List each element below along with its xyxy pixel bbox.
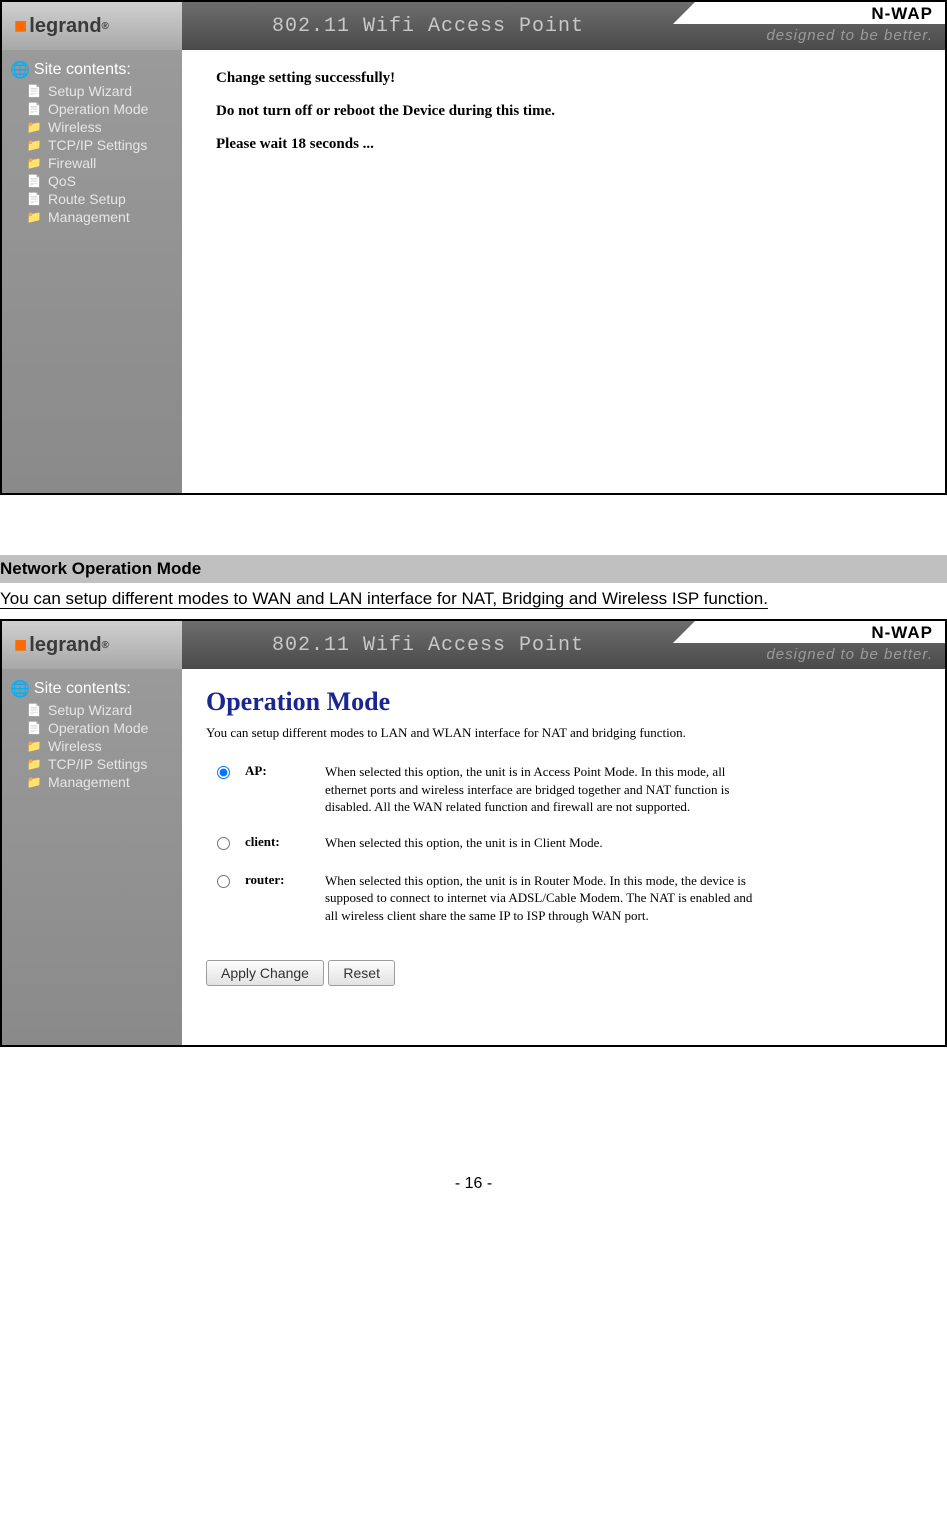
option-description: When selected this option, the unit is i… [319, 868, 766, 929]
section-heading: Network Operation Mode [0, 555, 947, 583]
sidebar-item-wireless[interactable]: 📁 Wireless [8, 118, 176, 136]
document-icon: 📄 [26, 703, 42, 717]
sidebar: 🌐 Site contents: 📄 Setup Wizard 📄 Operation… [2, 669, 182, 1045]
globe-icon: 🌐 [10, 60, 30, 80]
product-name: N-WAP [695, 2, 945, 24]
screenshot-panel-1: ■legrand® 802.11 Wifi Access Point N-WAP… [0, 0, 947, 495]
logo-area: ■legrand® [2, 621, 182, 669]
sidebar-item-operation-mode[interactable]: 📄 Operation Mode [8, 719, 176, 737]
sidebar-title: 🌐 Site contents: [10, 60, 176, 80]
brand-logo: ■legrand® [14, 13, 109, 39]
page-title: Operation Mode [206, 687, 921, 717]
sidebar-item-setup-wizard[interactable]: 📄 Setup Wizard [8, 82, 176, 100]
logo-square-icon: ■ [14, 13, 27, 39]
mode-radio-ap[interactable] [217, 766, 230, 779]
apply-change-button[interactable]: Apply Change [206, 960, 324, 986]
header-title: 802.11 Wifi Access Point N-WAP designed … [182, 621, 945, 669]
folder-icon: 📁 [26, 210, 42, 224]
content-area: Operation Mode You can setup different m… [182, 669, 945, 1045]
mode-radio-router[interactable] [217, 875, 230, 888]
sidebar-item-route-setup[interactable]: 📄 Route Setup [8, 190, 176, 208]
sidebar-item-qos[interactable]: 📄 QoS [8, 172, 176, 190]
folder-icon: 📁 [26, 775, 42, 789]
sidebar-title-label: Site contents: [34, 680, 131, 698]
option-row: client:When selected this option, the un… [206, 830, 766, 858]
status-message-warning: Do not turn off or reboot the Device dur… [216, 103, 921, 120]
option-description: When selected this option, the unit is i… [319, 830, 766, 858]
status-message-success: Change setting successfully! [216, 70, 921, 87]
operation-mode-options: AP:When selected this option, the unit i… [206, 759, 766, 938]
sidebar: 🌐 Site contents: 📄 Setup Wizard 📄 Operation… [2, 50, 182, 493]
sidebar-item-label: Route Setup [48, 191, 126, 207]
sidebar-item-label: QoS [48, 173, 76, 189]
sidebar-title-label: Site contents: [34, 61, 131, 79]
sidebar-item-management[interactable]: 📁 Management [8, 773, 176, 791]
sidebar-item-label: Wireless [48, 738, 102, 754]
sidebar-item-tcp-ip-settings[interactable]: 📁 TCP/IP Settings [8, 755, 176, 773]
logo-square-icon: ■ [14, 632, 27, 658]
header-title-label: 802.11 Wifi Access Point [272, 634, 584, 657]
logo-area: ■legrand® [2, 2, 182, 50]
option-description: When selected this option, the unit is i… [319, 759, 766, 820]
option-label: router: [239, 868, 319, 929]
document-icon: 📄 [26, 192, 42, 206]
sidebar-item-management[interactable]: 📁 Management [8, 208, 176, 226]
sidebar-item-setup-wizard[interactable]: 📄 Setup Wizard [8, 701, 176, 719]
option-label: client: [239, 830, 319, 858]
sidebar-item-label: TCP/IP Settings [48, 137, 147, 153]
option-label: AP: [239, 759, 319, 820]
reset-button[interactable]: Reset [328, 960, 395, 986]
folder-icon: 📁 [26, 156, 42, 170]
sidebar-item-tcp-ip-settings[interactable]: 📁 TCP/IP Settings [8, 136, 176, 154]
folder-icon: 📁 [26, 739, 42, 753]
sidebar-item-firewall[interactable]: 📁 Firewall [8, 154, 176, 172]
brand-logo-label: legrand [29, 634, 101, 657]
brand-logo: ■legrand® [14, 632, 109, 658]
folder-icon: 📁 [26, 138, 42, 152]
sidebar-item-label: TCP/IP Settings [48, 756, 147, 772]
folder-icon: 📁 [26, 120, 42, 134]
header: ■legrand® 802.11 Wifi Access Point N-WAP… [2, 2, 945, 50]
product-tagline: designed to be better. [695, 643, 945, 669]
product-name: N-WAP [695, 621, 945, 643]
document-icon: 📄 [26, 102, 42, 116]
sidebar-item-label: Setup Wizard [48, 83, 132, 99]
sidebar-item-label: Setup Wizard [48, 702, 132, 718]
folder-icon: 📁 [26, 757, 42, 771]
header-right: N-WAP designed to be better. [695, 621, 945, 669]
document-icon: 📄 [26, 174, 42, 188]
sidebar-item-label: Operation Mode [48, 720, 148, 736]
mode-radio-client[interactable] [217, 837, 230, 850]
header-title: 802.11 Wifi Access Point N-WAP designed … [182, 2, 945, 50]
globe-icon: 🌐 [10, 679, 30, 699]
product-tagline: designed to be better. [695, 24, 945, 50]
sidebar-item-label: Wireless [48, 119, 102, 135]
header-title-label: 802.11 Wifi Access Point [272, 15, 584, 38]
sidebar-item-wireless[interactable]: 📁 Wireless [8, 737, 176, 755]
sidebar-item-label: Operation Mode [48, 101, 148, 117]
sidebar-item-label: Firewall [48, 155, 96, 171]
screenshot-panel-2: ■legrand® 802.11 Wifi Access Point N-WAP… [0, 619, 947, 1047]
sidebar-title: 🌐 Site contents: [10, 679, 176, 699]
content-area: Change setting successfully! Do not turn… [182, 50, 945, 493]
document-icon: 📄 [26, 84, 42, 98]
page-footer: - 16 - [0, 1147, 947, 1211]
option-row: AP:When selected this option, the unit i… [206, 759, 766, 820]
sidebar-item-operation-mode[interactable]: 📄 Operation Mode [8, 100, 176, 118]
sidebar-item-label: Management [48, 774, 130, 790]
sidebar-item-label: Management [48, 209, 130, 225]
header: ■legrand® 802.11 Wifi Access Point N-WAP… [2, 621, 945, 669]
option-row: router:When selected this option, the un… [206, 868, 766, 929]
brand-logo-label: legrand [29, 15, 101, 38]
document-icon: 📄 [26, 721, 42, 735]
page-description: You can setup different modes to LAN and… [206, 725, 921, 741]
status-message-wait: Please wait 18 seconds ... [216, 136, 921, 153]
section-description: You can setup different modes to WAN and… [0, 583, 947, 619]
header-right: N-WAP designed to be better. [695, 2, 945, 50]
